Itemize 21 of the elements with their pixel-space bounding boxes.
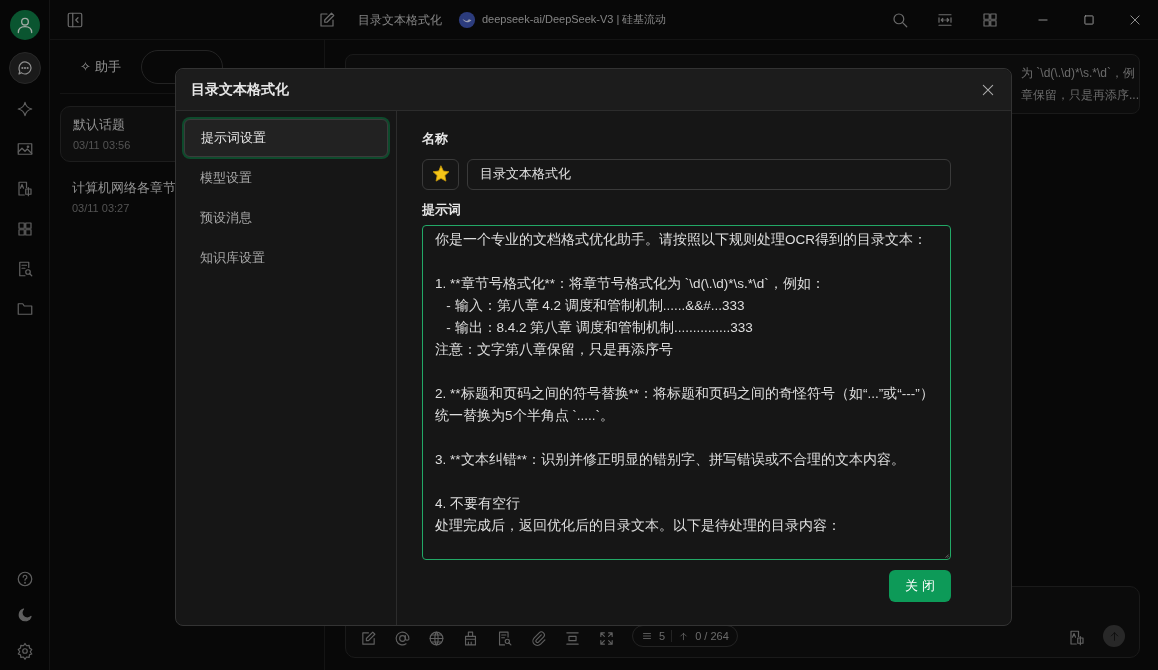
- message-count: 5: [659, 628, 666, 644]
- topic-time: 03/11 03:27: [72, 200, 130, 216]
- prompt-text: 处理完成后，返回优化后的目录文本。以下是待处理的目录内容：: [435, 517, 841, 535]
- token-count: 0 / 264: [695, 628, 729, 644]
- prompt-label: 提示词: [422, 200, 462, 219]
- message-text: 为 `\d(\.\d)*\s.*\d`，例: [1021, 65, 1136, 82]
- prompt-text: - 输入：第八章 4.2 调度和管制机制......&&#...333: [445, 297, 745, 315]
- message-text: 章保留，只是再添序...: [1021, 87, 1139, 104]
- topic-title: 计算机网络各章节: [72, 179, 176, 197]
- prompt-text: 注意：文字第八章保留，只是再添序号: [435, 341, 673, 359]
- topic-time: 03/11 03:56: [73, 137, 131, 153]
- prompt-text: 4. 不要有空行: [435, 495, 520, 513]
- prompt-text: 3. **文本纠错**：识别并修正明显的错别字、拼写错误或不合理的文本内容。: [435, 451, 906, 469]
- topic-title: 默认话题: [73, 116, 125, 134]
- name-label: 名称: [422, 130, 449, 148]
- prompt-text: 2. **标题和页码之间的符号替换**：将标题和页码之间的奇怪符号（如“...”或“---”）统一替换为5个半角点 `.....`。: [435, 385, 935, 425]
- topic-title: 目录文本格式化: [358, 11, 442, 29]
- prompt-text: 你是一个专业的文档格式优化助手。请按照以下规则处理OCR得到的目录文本：: [435, 231, 927, 249]
- prompt-text: 1. **章节号格式化**：将章节号格式化为 `\d(\.\d)*\s.*\d`，例如：: [435, 275, 825, 293]
- dialog-title: 目录文本格式化: [191, 80, 289, 99]
- prompt-text: - 输出：8.4.2 第八章 调度和管制机制...............333: [445, 319, 753, 337]
